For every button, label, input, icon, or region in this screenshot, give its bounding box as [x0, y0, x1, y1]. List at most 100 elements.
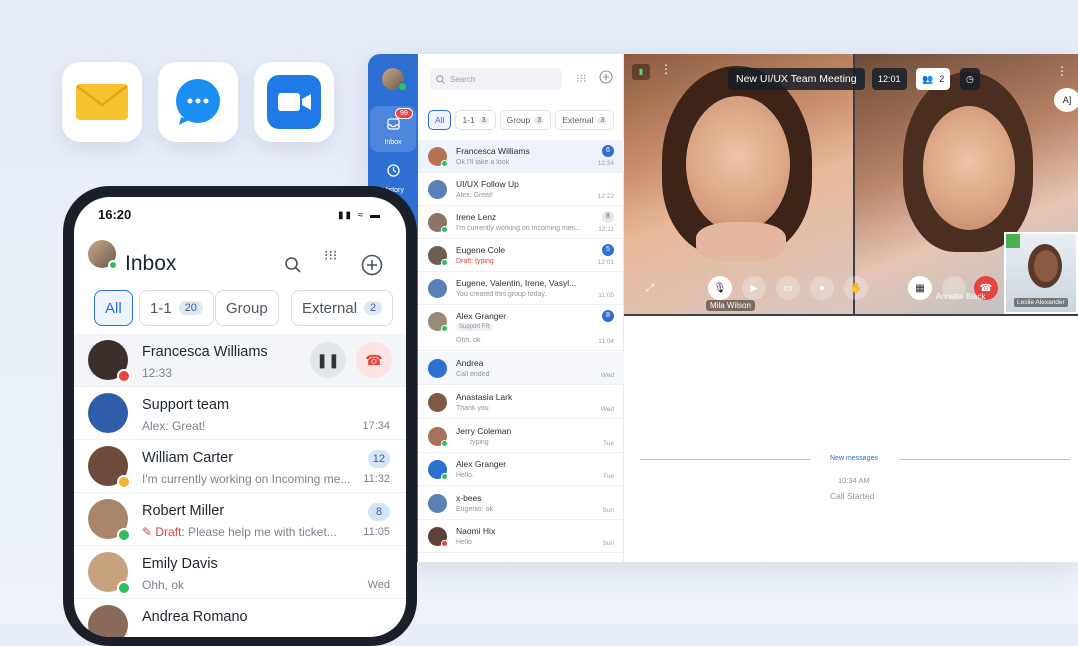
draft-text: Draft:	[155, 525, 185, 539]
filter-count: 3	[534, 116, 545, 124]
filter-count: 3	[597, 116, 608, 124]
participant-name: Leslie Alexander	[1014, 298, 1068, 307]
search-icon[interactable]	[284, 256, 302, 274]
chat-row[interactable]: x-bees Eugenio: ok Sun	[418, 487, 624, 520]
filter-label: External	[562, 115, 594, 125]
chat-name: Anastasia Lark	[456, 392, 513, 402]
chat-row[interactable]: UI/UX Follow Up Alex: Great! 12:22	[418, 173, 624, 206]
chat-preview: Ohh, ok	[456, 337, 481, 344]
add-chat-icon[interactable]	[599, 70, 613, 87]
chat-list-panel: Search ⁝⁝⁝ All 1-1 3 Group 3 External 3 Fra…	[418, 54, 624, 562]
status-dot	[441, 325, 448, 332]
call-duration: 12:33	[142, 366, 173, 380]
group-avatar	[428, 279, 447, 298]
chat-row[interactable]: Alex Granger Support FR Ohh, ok 11:04 8	[418, 305, 624, 351]
chat-row[interactable]: Eugene Cole Draft: typing 12:01 5	[418, 239, 624, 272]
chat-row[interactable]: Naomi Hix Hello Sun	[418, 520, 624, 553]
desktop-app-window: 99 Inbox History Search ⁝⁝⁝ All 1-1 3 Gro…	[368, 54, 1078, 562]
avatar	[88, 605, 128, 637]
search-icon	[436, 74, 445, 84]
chat-row[interactable]: William Carter I'm currently working on …	[74, 440, 406, 493]
phone-device: 16:20 ▮▮ ≈ ▬ Inbox ⁝⁝⁝ All 1-1 20 Group E…	[63, 186, 417, 646]
chat-time: 11:32	[363, 473, 390, 485]
end-call-button[interactable]: ☎	[356, 342, 392, 378]
chat-name: Support team	[142, 397, 230, 413]
filter-tabs: All 1-1 3 Group 3 External 3	[428, 110, 615, 130]
people-icon: 👥	[922, 73, 934, 84]
chat-preview: Call ended	[456, 371, 490, 378]
add-icon[interactable]	[361, 254, 383, 276]
status-bar-time: 16:20	[98, 207, 132, 222]
mail-app-icon[interactable]	[62, 62, 142, 142]
avatar	[428, 359, 447, 378]
call-timer: 12:01	[872, 68, 907, 90]
microphone-button[interactable]: 🎙	[708, 276, 732, 300]
signal-icon	[1006, 234, 1020, 248]
chat-button[interactable]: ●	[810, 276, 834, 300]
chat-row[interactable]: Andrea Romano	[74, 599, 406, 637]
chat-time: 17:34	[362, 420, 390, 432]
pause-button[interactable]: ❚❚	[310, 342, 346, 378]
chat-row[interactable]: Support team Alex: Great! 17:34	[74, 387, 406, 440]
chat-preview: Thank you	[456, 405, 489, 412]
filter-group[interactable]: Group 3	[499, 110, 552, 130]
chat-name: Robert Miller	[142, 503, 225, 519]
chat-preview: Alex: Great!	[142, 419, 206, 433]
filter-label: 1-1	[462, 115, 475, 125]
chat-row[interactable]: Jerry Coleman typing Tue	[418, 420, 624, 453]
chat-preview: Please help me with ticket...	[188, 525, 337, 539]
filter-one-to-one[interactable]: 1-1 3	[455, 110, 496, 130]
filter-all[interactable]: All	[94, 290, 133, 326]
status-dot	[441, 473, 448, 480]
rail-inbox-button[interactable]: 99 Inbox	[370, 106, 416, 152]
camera-button[interactable]: ▶	[742, 276, 766, 300]
captions-button[interactable]: A]	[1054, 88, 1078, 112]
self-view-tile[interactable]: Leslie Alexander	[1004, 232, 1078, 314]
message-time: 10:34 AM	[838, 476, 870, 485]
participants-button[interactable]: 👥 2	[916, 68, 951, 90]
grid-view-button[interactable]: ▦	[908, 276, 932, 300]
phone-screen: 16:20 ▮▮ ≈ ▬ Inbox ⁝⁝⁝ All 1-1 20 Group E…	[74, 197, 406, 637]
chat-row[interactable]: Francesca Williams Ok I'll take a look 12:…	[418, 140, 624, 173]
chat-row[interactable]: Anastasia Lark Thank you Wed	[418, 386, 624, 419]
chat-row[interactable]: Irene Lenz I'm currently working on Incom…	[418, 206, 624, 239]
filter-external[interactable]: External 2	[291, 290, 394, 326]
chat-row[interactable]: Alex Granger Hello. Tue	[418, 453, 624, 486]
more-icon[interactable]: ⋮	[660, 62, 672, 76]
chat-name: Francesca Williams	[142, 344, 268, 360]
status-dot	[441, 160, 448, 167]
participant-name: Annette Black	[936, 292, 986, 301]
chat-row[interactable]: Robert Miller ✎ Draft: Please help me wi…	[74, 493, 406, 546]
video-app-icon[interactable]	[254, 62, 334, 142]
active-call-row[interactable]: Francesca Williams 12:33 ❚❚ ☎	[74, 334, 406, 387]
raise-hand-button[interactable]: ✋	[844, 276, 868, 300]
expand-icon[interactable]: ⤢	[638, 276, 662, 300]
avatar	[428, 393, 447, 412]
rail-inbox-label: Inbox	[384, 139, 402, 146]
chat-row[interactable]: Eugene, Valentin, Irene, Vasyl... You cre…	[418, 272, 624, 305]
filter-all[interactable]: All	[428, 110, 452, 130]
dialpad-icon[interactable]: ⁝⁝⁝	[324, 248, 337, 262]
unread-badge: 5	[602, 244, 614, 256]
filter-external[interactable]: External 3	[555, 110, 615, 130]
chat-time: Wed	[600, 406, 614, 413]
chat-row[interactable]: Emily Davis Ohh, ok Wed	[74, 546, 406, 599]
more-icon[interactable]: ⋮	[1056, 64, 1068, 78]
chat-row[interactable]: Andrea Call ended Wed	[418, 352, 624, 385]
screen-share-button[interactable]: ▭	[776, 276, 800, 300]
search-input[interactable]: Search	[430, 68, 562, 90]
filter-count: 20	[178, 301, 203, 315]
filter-one-to-one[interactable]: 1-1 20	[139, 290, 214, 326]
messenger-app-icon[interactable]	[158, 62, 238, 142]
filter-label: External	[302, 299, 358, 317]
group-avatar	[428, 180, 447, 199]
chat-name: Eugene Cole	[456, 245, 506, 255]
participant-video-left	[624, 54, 853, 314]
unread-badge: 6	[602, 145, 614, 157]
chat-time: 11:05	[598, 292, 614, 299]
chat-time: Wed	[367, 579, 390, 591]
filter-group[interactable]: Group	[215, 290, 279, 326]
timer-icon[interactable]: ◷	[960, 68, 980, 90]
chat-preview: I'm currently working on Incoming mes...	[456, 225, 582, 232]
dialpad-icon[interactable]: ⁝⁝⁝	[576, 72, 587, 85]
